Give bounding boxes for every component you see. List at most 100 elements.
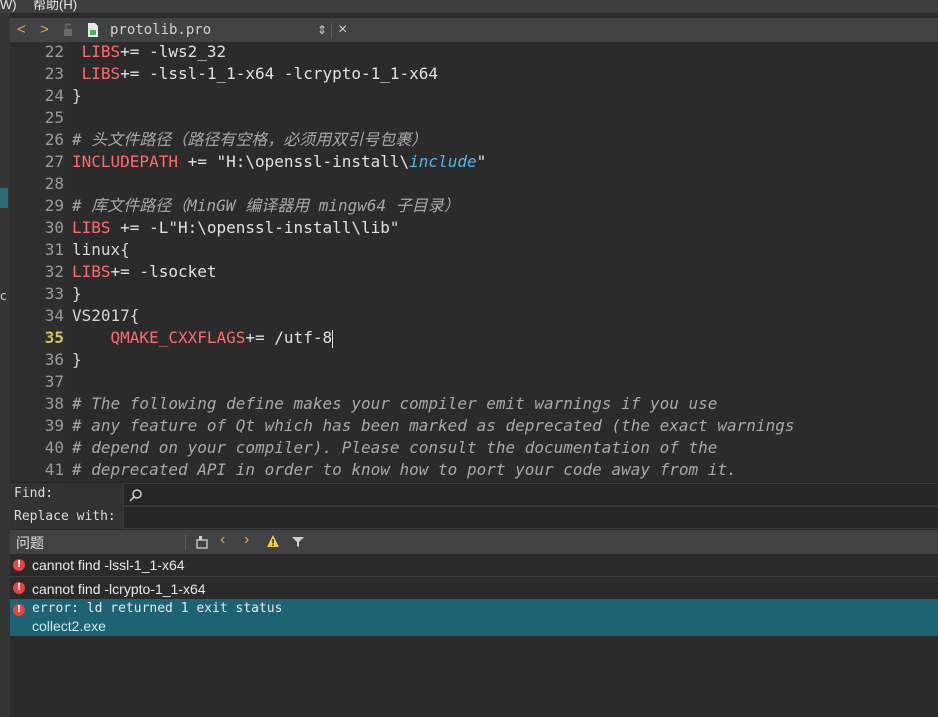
issue-row[interactable]: ! cannot find -lssl-1_1-x64 <box>10 554 938 577</box>
code-line[interactable]: VS2017{ <box>72 305 139 327</box>
code-text: += -L"H:\openssl-install\lib" <box>110 218 400 237</box>
code-keyword: LIBS <box>72 262 111 281</box>
left-sidebar-edge: c <box>0 13 10 717</box>
code-text: } <box>72 350 82 369</box>
code-text: += -lws2_32 <box>120 42 227 61</box>
code-text: " <box>476 152 487 171</box>
code-text: linux{ <box>72 240 130 259</box>
menu-help[interactable]: 帮助(H) <box>33 0 77 11</box>
text-cursor <box>332 329 334 348</box>
menu-window[interactable]: W) <box>0 0 17 11</box>
find-input[interactable] <box>123 483 938 506</box>
close-file-icon[interactable]: × <box>338 18 347 42</box>
line-number: 38 <box>44 394 64 413</box>
tab-separator <box>331 22 332 38</box>
line-number: 27 <box>44 152 64 171</box>
code-keyword: LIBS <box>81 64 121 83</box>
header-separator <box>185 534 186 550</box>
code-text: VS2017{ <box>72 306 140 325</box>
code-line[interactable]: LIBS += -L"H:\openssl-install\lib" <box>72 217 400 239</box>
code-line[interactable]: # deprecated API in order to know how to… <box>72 459 737 481</box>
code-text: } <box>72 86 82 105</box>
filter-by-project-icon[interactable] <box>196 534 210 553</box>
prev-issue-button[interactable]: ‹ <box>220 531 225 549</box>
line-number: 36 <box>44 350 64 369</box>
code-comment: # any feature of Qt which has been marke… <box>72 416 795 435</box>
line-number: 25 <box>44 108 64 127</box>
line-number: 32 <box>44 262 64 281</box>
issue-source: collect2.exe <box>32 618 106 634</box>
replace-input[interactable] <box>123 506 938 529</box>
code-comment: # depend on your compiler). Please consu… <box>72 438 718 457</box>
code-line[interactable]: INCLUDEPATH += "H:\openssl-install\inclu… <box>72 151 486 173</box>
code-comment: # The following define makes your compil… <box>72 394 718 413</box>
line-number: 39 <box>44 416 64 435</box>
code-comment: # deprecated API in order to know how to… <box>72 460 737 479</box>
line-number: 37 <box>44 372 64 391</box>
issues-panel-header: 问题 ‹ › <box>10 530 938 554</box>
line-number: 30 <box>44 218 64 237</box>
menu-bar: W) 帮助(H) <box>0 0 938 13</box>
code-keyword: LIBS <box>72 218 111 237</box>
code-line[interactable]: LIBS+= -lssl-1_1-x64 -lcrypto-1_1-x64 <box>72 63 438 85</box>
code-line[interactable]: LIBS+= -lws2_32 <box>72 41 227 63</box>
issue-text: cannot find -lcrypto-1_1-x64 <box>32 581 206 597</box>
search-icon <box>129 489 142 502</box>
code-line[interactable]: } <box>72 283 82 305</box>
code-text: += -lssl-1_1-x64 -lcrypto-1_1-x64 <box>120 64 439 83</box>
find-replace-panel: Find: Replace with: <box>10 482 938 529</box>
line-number: 33 <box>44 284 64 303</box>
code-line[interactable]: # The following define makes your compil… <box>72 393 717 415</box>
code-line[interactable]: # 库文件路径（MinGW 编译器用 mingw64 子目录） <box>72 195 460 217</box>
issue-row[interactable]: ! cannot find -lcrypto-1_1-x64 <box>10 577 938 599</box>
issue-text: error: ld returned 1 exit status <box>32 601 283 616</box>
line-number: 40 <box>44 438 64 457</box>
file-name[interactable]: protolib.pro <box>110 18 211 42</box>
code-text: } <box>72 284 82 303</box>
error-icon: ! <box>13 582 25 594</box>
issues-list: ! cannot find -lssl-1_1-x64 ! cannot fin… <box>10 554 938 717</box>
code-line[interactable]: # depend on your compiler). Please consu… <box>72 437 717 459</box>
filter-icon[interactable] <box>291 535 305 551</box>
sidebar-clipped-text: c <box>0 289 7 303</box>
line-number: 34 <box>44 306 64 325</box>
editor-toolbar: < > protolib.pro ⇕ × <box>10 18 938 42</box>
code-keyword: LIBS <box>81 42 121 61</box>
code-keyword: QMAKE_CXXFLAGS <box>110 328 246 347</box>
code-line[interactable]: QMAKE_CXXFLAGS+= /utf-8 <box>72 327 334 349</box>
code-text: += "H:\openssl-install\ <box>177 152 410 171</box>
line-number: 31 <box>44 240 64 259</box>
code-line[interactable]: # any feature of Qt which has been marke… <box>72 415 794 437</box>
code-line[interactable]: # 头文件路径（路径有空格，必须用双引号包裹） <box>72 129 427 151</box>
file-icon <box>86 18 100 42</box>
line-number: 24 <box>44 86 64 105</box>
line-number: 26 <box>44 130 64 149</box>
code-line[interactable]: } <box>72 349 82 371</box>
back-button[interactable]: < <box>17 18 26 42</box>
code-text: += /utf-8 <box>245 328 333 347</box>
issue-row-selected[interactable]: ! error: ld returned 1 exit status colle… <box>10 599 938 636</box>
issue-text: cannot find -lssl-1_1-x64 <box>32 557 185 573</box>
replace-label: Replace with: <box>14 509 116 524</box>
error-icon: ! <box>13 559 25 571</box>
code-comment: # 库文件路径（MinGW 编译器用 mingw64 子目录） <box>72 196 460 215</box>
code-line[interactable]: } <box>72 85 82 107</box>
line-number: 28 <box>44 174 64 193</box>
file-dropdown-icon[interactable]: ⇕ <box>317 18 327 42</box>
line-number: 41 <box>44 460 64 479</box>
code-line[interactable]: LIBS+= -lsocket <box>72 261 217 283</box>
line-number: 23 <box>44 64 64 83</box>
issues-title: 问题 <box>16 535 44 551</box>
line-number: 22 <box>44 42 64 61</box>
line-number: 29 <box>44 196 64 215</box>
warning-filter-icon[interactable] <box>266 534 280 551</box>
lock-icon <box>62 18 74 42</box>
next-issue-button[interactable]: › <box>244 531 249 549</box>
code-text: += -lsocket <box>110 262 217 281</box>
code-path-keyword: include <box>409 152 477 171</box>
error-icon: ! <box>13 604 25 616</box>
code-line[interactable]: linux{ <box>72 239 130 261</box>
forward-button[interactable]: > <box>40 18 49 42</box>
